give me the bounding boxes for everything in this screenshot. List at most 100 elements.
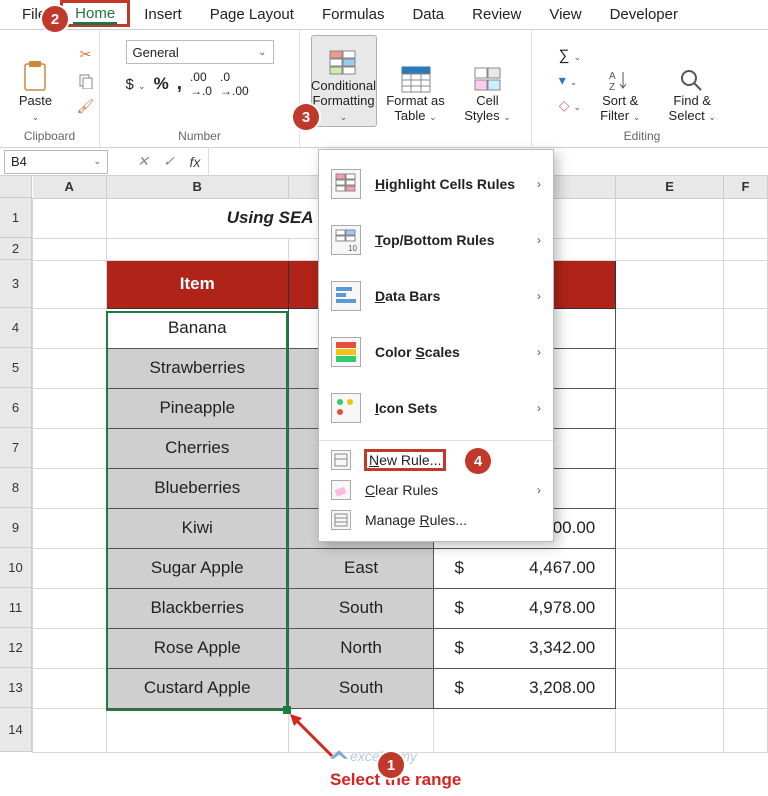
fill-icon: ▾ — [559, 72, 566, 88]
editing-group-label: Editing — [622, 127, 663, 145]
menu-manage-rules[interactable]: Manage Rules... — [319, 505, 553, 535]
tab-data[interactable]: Data — [398, 2, 458, 27]
clear-rules-icon — [331, 480, 351, 500]
select-all-corner[interactable] — [0, 176, 32, 198]
menu-icon-sets[interactable]: Icon Sets › — [319, 380, 553, 436]
row-header[interactable]: 12 — [0, 628, 32, 668]
row-header[interactable]: 1 — [0, 198, 32, 238]
cancel-formula-button[interactable]: ✕ — [130, 153, 156, 170]
ribbon: Paste⌄ ✂ 🖌 Clipboard General ⌄ $ ⌄ % , .… — [0, 30, 768, 148]
annotation-badge-4: 4 — [465, 448, 491, 474]
menu-new-rule[interactable]: New Rule... — [319, 445, 553, 475]
cut-button[interactable]: ✂ — [75, 44, 97, 66]
cell-item[interactable]: Strawberries — [106, 348, 288, 388]
annotation-badge-2: 2 — [42, 6, 68, 32]
submenu-arrow-icon: › — [537, 483, 541, 497]
row-header[interactable]: 10 — [0, 548, 32, 588]
col-header[interactable]: F — [724, 176, 768, 198]
increase-decimal-button[interactable]: .00→.0 — [190, 70, 212, 98]
name-box-value: B4 — [11, 154, 27, 169]
cell-item[interactable]: Banana — [106, 308, 288, 348]
row-header[interactable]: 11 — [0, 588, 32, 628]
cell-styles-button[interactable]: CellStyles ⌄ — [455, 35, 521, 127]
chevron-down-icon: ⌄ — [93, 156, 101, 167]
row-header[interactable]: 6 — [0, 388, 32, 428]
annotation-badge-1: 1 — [378, 752, 404, 778]
svg-text:A: A — [609, 71, 616, 82]
cell-item[interactable]: Blackberries — [106, 588, 288, 628]
menu-highlight-cells-rules[interactable]: Highlight Cells Rules › — [319, 156, 553, 212]
fill-button[interactable]: ▾ ⌄ — [559, 72, 577, 89]
number-group-label: Number — [176, 127, 223, 145]
cell-item[interactable]: Custard Apple — [106, 668, 288, 708]
row-header[interactable]: 2 — [0, 238, 32, 260]
name-box[interactable]: B4 ⌄ — [4, 150, 108, 174]
cell-amount[interactable]: $4,978.00 — [434, 588, 616, 628]
format-painter-button[interactable]: 🖌 — [75, 96, 97, 118]
submenu-arrow-icon: › — [537, 401, 541, 415]
col-header[interactable]: E — [616, 176, 724, 198]
find-select-button[interactable]: Find &Select ⌄ — [659, 35, 725, 127]
new-rule-icon — [331, 450, 351, 470]
menu-clear-rules[interactable]: Clear Rules › — [319, 475, 553, 505]
row-header[interactable]: 8 — [0, 468, 32, 508]
tab-page-layout[interactable]: Page Layout — [196, 2, 308, 27]
comma-format-button[interactable]: , — [177, 73, 182, 95]
percent-format-button[interactable]: % — [154, 74, 169, 94]
watermark: exceldemy — [330, 748, 417, 764]
cell-region[interactable]: North — [288, 628, 434, 668]
cell-item[interactable]: Kiwi — [106, 508, 288, 548]
paste-button[interactable]: Paste⌄ — [3, 35, 69, 127]
autosum-button[interactable]: ∑ ⌄ — [559, 47, 581, 64]
tab-view[interactable]: View — [535, 2, 595, 27]
menu-top-bottom-rules[interactable]: 10 Top/Bottom Rules › — [319, 212, 553, 268]
cell-amount[interactable]: $4,467.00 — [434, 548, 616, 588]
tab-insert[interactable]: Insert — [130, 2, 196, 27]
tab-home[interactable]: Home — [60, 0, 130, 27]
sort-filter-button[interactable]: AZ Sort &Filter ⌄ — [587, 35, 653, 127]
header-item[interactable]: Item — [106, 260, 288, 308]
enter-formula-button[interactable]: ✓ — [156, 153, 182, 170]
cell-styles-icon — [473, 66, 503, 94]
cell-item[interactable]: Cherries — [106, 428, 288, 468]
row-header[interactable]: 14 — [0, 708, 32, 752]
tab-formulas[interactable]: Formulas — [308, 2, 399, 27]
cell-amount[interactable]: $3,208.00 — [434, 668, 616, 708]
conditional-formatting-icon — [328, 49, 360, 79]
fx-button[interactable]: fx — [182, 154, 208, 170]
table-icon — [401, 66, 431, 94]
tab-developer[interactable]: Developer — [596, 2, 692, 27]
copy-button[interactable] — [75, 70, 97, 92]
cell-item[interactable]: Blueberries — [106, 468, 288, 508]
cell-region[interactable]: East — [288, 548, 434, 588]
highlight-cells-icon — [331, 169, 361, 199]
col-header[interactable]: B — [106, 176, 288, 198]
menu-color-scales[interactable]: Color Scales › — [319, 324, 553, 380]
svg-text:Z: Z — [609, 82, 615, 93]
col-header[interactable]: A — [33, 176, 107, 198]
brush-icon: 🖌 — [77, 98, 95, 115]
data-bars-icon — [331, 281, 361, 311]
cell-item[interactable]: Sugar Apple — [106, 548, 288, 588]
conditional-formatting-button[interactable]: ConditionalFormatting ⌄ — [311, 35, 377, 127]
row-header[interactable]: 7 — [0, 428, 32, 468]
tab-review[interactable]: Review — [458, 2, 535, 27]
format-as-table-button[interactable]: Format asTable ⌄ — [383, 35, 449, 127]
cell-region[interactable]: South — [288, 588, 434, 628]
cell-amount[interactable]: $3,342.00 — [434, 628, 616, 668]
clear-button[interactable]: ◇ ⌄ — [559, 97, 581, 114]
cell-region[interactable]: South — [288, 668, 434, 708]
number-format-dropdown[interactable]: General ⌄ — [126, 40, 274, 64]
row-header[interactable]: 13 — [0, 668, 32, 708]
row-header[interactable]: 4 — [0, 308, 32, 348]
accounting-format-button[interactable]: $ ⌄ — [126, 76, 146, 93]
cell-item[interactable]: Rose Apple — [106, 628, 288, 668]
cell-item[interactable]: Pineapple — [106, 388, 288, 428]
decrease-decimal-button[interactable]: .0→.00 — [220, 70, 249, 98]
row-header[interactable]: 5 — [0, 348, 32, 388]
menu-data-bars[interactable]: Data Bars › — [319, 268, 553, 324]
row-header[interactable]: 3 — [0, 260, 32, 308]
row-header[interactable]: 9 — [0, 508, 32, 548]
top-bottom-icon: 10 — [331, 225, 361, 255]
paste-icon — [21, 60, 51, 94]
